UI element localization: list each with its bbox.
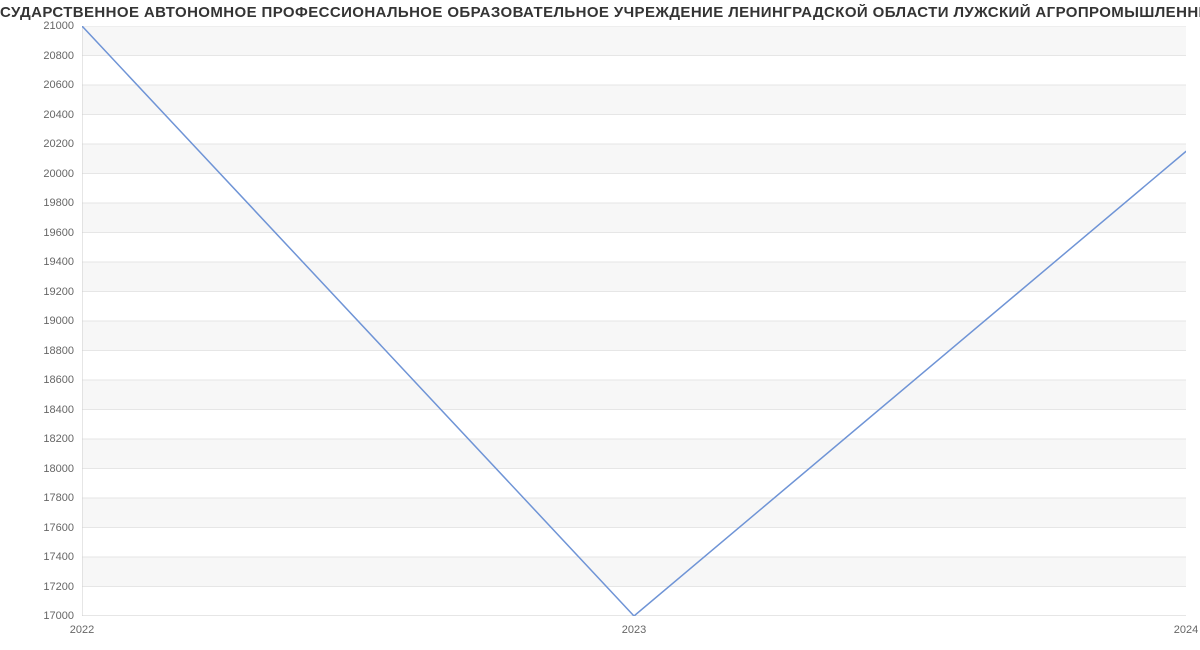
y-tick-label: 17800 — [43, 492, 74, 504]
y-tick-label: 18200 — [43, 433, 74, 445]
y-tick-label: 18400 — [43, 404, 74, 416]
y-tick-label: 18000 — [43, 463, 74, 475]
y-tick-label: 20200 — [43, 138, 74, 150]
y-tick-label: 21000 — [43, 20, 74, 32]
x-tick-label: 2024 — [1174, 624, 1198, 636]
y-tick-label: 20400 — [43, 109, 74, 121]
y-tick-label: 20000 — [43, 168, 74, 180]
x-tick-label: 2023 — [622, 624, 646, 636]
y-tick-label: 17000 — [43, 610, 74, 622]
y-tick-label: 18800 — [43, 345, 74, 357]
y-tick-label: 17600 — [43, 522, 74, 534]
y-tick-label: 19600 — [43, 227, 74, 239]
y-tick-label: 20800 — [43, 50, 74, 62]
chart-title: СУДАРСТВЕННОЕ АВТОНОМНОЕ ПРОФЕССИОНАЛЬНО… — [0, 4, 1200, 21]
y-tick-label: 19400 — [43, 256, 74, 268]
y-tick-label: 18600 — [43, 374, 74, 386]
chart-svg — [82, 26, 1186, 616]
y-tick-label: 19200 — [43, 286, 74, 298]
y-tick-label: 17200 — [43, 581, 74, 593]
plot-area: 1700017200174001760017800180001820018400… — [82, 26, 1186, 616]
y-tick-label: 19000 — [43, 315, 74, 327]
x-tick-label: 2022 — [70, 624, 94, 636]
y-tick-label: 20600 — [43, 79, 74, 91]
y-tick-label: 17400 — [43, 551, 74, 563]
y-tick-label: 19800 — [43, 197, 74, 209]
